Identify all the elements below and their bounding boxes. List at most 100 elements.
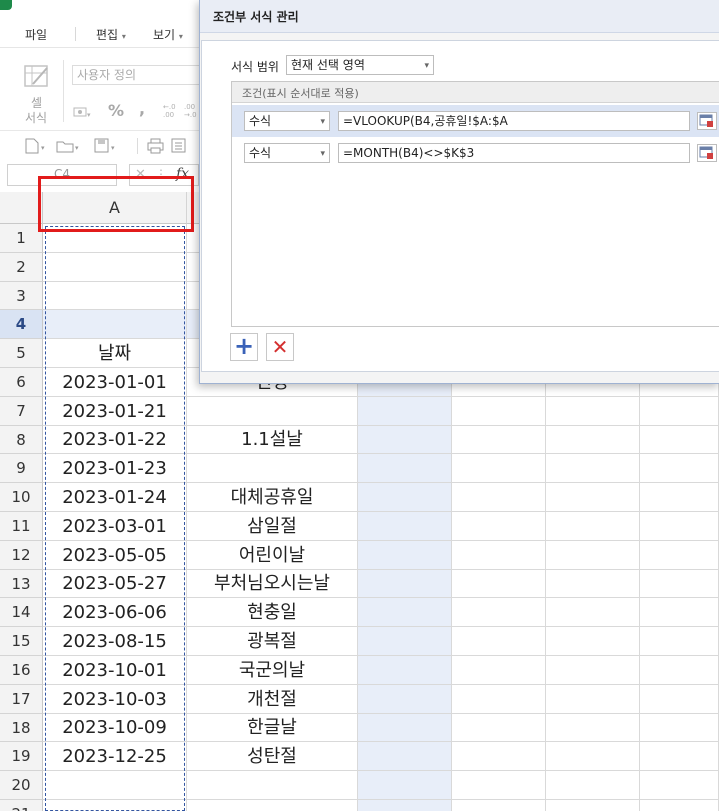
table-cell[interactable] bbox=[452, 541, 546, 570]
table-cell[interactable] bbox=[43, 800, 187, 811]
table-cell[interactable] bbox=[452, 685, 546, 714]
table-cell[interactable]: 2023-12-25 bbox=[43, 742, 187, 771]
table-cell[interactable]: 2023-01-01 bbox=[43, 368, 187, 397]
fx-icon[interactable]: fx bbox=[176, 166, 189, 182]
rule-row-2[interactable]: 수식 ▾ =MONTH(B4)<>$K$3 bbox=[232, 137, 719, 169]
open-folder-icon[interactable]: ▾ bbox=[56, 138, 84, 158]
table-cell[interactable] bbox=[43, 224, 187, 253]
save-icon[interactable]: ▾ bbox=[94, 138, 120, 158]
table-cell[interactable] bbox=[452, 742, 546, 771]
row-header[interactable]: 7 bbox=[0, 397, 43, 426]
table-cell[interactable] bbox=[640, 800, 719, 811]
row-header[interactable]: 21 bbox=[0, 800, 43, 811]
table-cell[interactable] bbox=[640, 483, 719, 512]
table-cell[interactable] bbox=[358, 685, 452, 714]
table-cell[interactable] bbox=[546, 742, 640, 771]
table-cell[interactable] bbox=[358, 541, 452, 570]
table-cell[interactable] bbox=[358, 742, 452, 771]
table-cell[interactable] bbox=[546, 627, 640, 656]
table-cell[interactable] bbox=[358, 714, 452, 742]
table-cell[interactable] bbox=[358, 598, 452, 627]
range-picker-icon[interactable] bbox=[697, 144, 717, 162]
table-cell[interactable]: 2023-03-01 bbox=[43, 512, 187, 541]
table-cell[interactable] bbox=[43, 771, 187, 800]
row-header[interactable]: 5 bbox=[0, 339, 43, 368]
comma-button[interactable]: , bbox=[139, 99, 145, 118]
table-cell[interactable] bbox=[43, 282, 187, 310]
table-cell[interactable] bbox=[452, 627, 546, 656]
table-cell[interactable] bbox=[452, 454, 546, 483]
table-cell[interactable] bbox=[187, 800, 358, 811]
row-header[interactable]: 18 bbox=[0, 714, 43, 742]
table-cell[interactable] bbox=[546, 685, 640, 714]
cancel-icon[interactable]: ✕ bbox=[135, 167, 146, 182]
table-cell[interactable]: 2023-08-15 bbox=[43, 627, 187, 656]
table-cell[interactable] bbox=[43, 253, 187, 282]
table-cell[interactable] bbox=[546, 541, 640, 570]
number-format-dropdown[interactable]: 사용자 정의 bbox=[72, 65, 200, 85]
table-cell[interactable] bbox=[640, 714, 719, 742]
table-cell[interactable] bbox=[358, 426, 452, 454]
menu-view[interactable]: 보기 ▾ bbox=[153, 26, 183, 43]
table-cell[interactable] bbox=[452, 570, 546, 598]
table-cell[interactable] bbox=[640, 541, 719, 570]
table-cell[interactable] bbox=[43, 310, 187, 339]
row-header[interactable]: 8 bbox=[0, 426, 43, 454]
table-cell[interactable] bbox=[452, 512, 546, 541]
table-cell[interactable]: 2023-06-06 bbox=[43, 598, 187, 627]
table-cell[interactable]: 2023-10-03 bbox=[43, 685, 187, 714]
percent-button[interactable]: % bbox=[108, 101, 124, 120]
table-cell[interactable]: 성탄절 bbox=[187, 742, 358, 771]
table-cell[interactable] bbox=[546, 426, 640, 454]
format-cells-button[interactable]: 셀 서식 bbox=[22, 62, 52, 126]
row-header[interactable]: 15 bbox=[0, 627, 43, 656]
table-cell[interactable] bbox=[358, 656, 452, 685]
table-cell[interactable]: 국군의날 bbox=[187, 656, 358, 685]
rule-formula-input[interactable]: =MONTH(B4)<>$K$3 bbox=[338, 143, 690, 163]
table-cell[interactable] bbox=[358, 512, 452, 541]
table-cell[interactable]: 개천절 bbox=[187, 685, 358, 714]
table-cell[interactable] bbox=[358, 483, 452, 512]
row-header[interactable]: 20 bbox=[0, 771, 43, 800]
table-cell[interactable] bbox=[358, 454, 452, 483]
table-cell[interactable] bbox=[640, 656, 719, 685]
table-cell[interactable]: 2023-01-24 bbox=[43, 483, 187, 512]
delete-rule-button[interactable]: ✕ bbox=[266, 333, 294, 361]
table-cell[interactable]: 1.1설날 bbox=[187, 426, 358, 454]
table-cell[interactable] bbox=[640, 742, 719, 771]
table-cell[interactable] bbox=[640, 426, 719, 454]
table-cell[interactable] bbox=[452, 598, 546, 627]
print-preview-icon[interactable] bbox=[171, 138, 187, 158]
row-header[interactable]: 1 bbox=[0, 224, 43, 253]
table-cell[interactable] bbox=[546, 483, 640, 512]
table-cell[interactable] bbox=[640, 598, 719, 627]
table-cell[interactable]: 어린이날 bbox=[187, 541, 358, 570]
table-cell[interactable] bbox=[187, 771, 358, 800]
row-header[interactable]: 6 bbox=[0, 368, 43, 397]
table-cell[interactable]: 2023-05-27 bbox=[43, 570, 187, 598]
rule-formula-input[interactable]: =VLOOKUP(B4,공휴일!$A:$A bbox=[338, 111, 690, 131]
table-cell[interactable] bbox=[546, 512, 640, 541]
table-cell[interactable] bbox=[640, 570, 719, 598]
new-file-icon[interactable]: ▾ bbox=[24, 138, 50, 158]
table-cell[interactable] bbox=[452, 714, 546, 742]
menu-file[interactable]: 파일 bbox=[25, 26, 47, 43]
table-cell[interactable] bbox=[358, 570, 452, 598]
add-rule-button[interactable]: + bbox=[230, 333, 258, 361]
table-cell[interactable] bbox=[640, 397, 719, 426]
table-cell[interactable] bbox=[187, 397, 358, 426]
table-cell[interactable] bbox=[358, 800, 452, 811]
table-cell[interactable] bbox=[546, 397, 640, 426]
row-header[interactable]: 3 bbox=[0, 282, 43, 310]
table-cell[interactable]: 부처님오시는날 bbox=[187, 570, 358, 598]
row-header[interactable]: 11 bbox=[0, 512, 43, 541]
table-cell[interactable] bbox=[546, 771, 640, 800]
row-header[interactable]: 2 bbox=[0, 253, 43, 282]
table-cell[interactable] bbox=[546, 454, 640, 483]
table-cell[interactable]: 한글날 bbox=[187, 714, 358, 742]
row-header[interactable]: 13 bbox=[0, 570, 43, 598]
table-cell[interactable]: 2023-05-05 bbox=[43, 541, 187, 570]
scope-dropdown[interactable]: 현재 선택 영역 ▾ bbox=[286, 55, 434, 75]
rule-type-dropdown[interactable]: 수식 ▾ bbox=[244, 111, 330, 131]
table-cell[interactable] bbox=[640, 627, 719, 656]
